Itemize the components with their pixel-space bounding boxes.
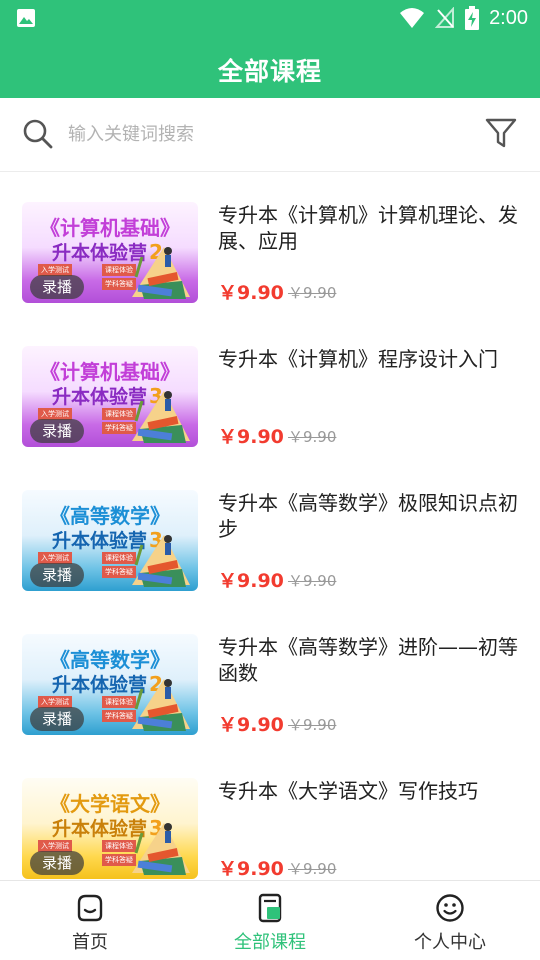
course-title[interactable]: 专升本《大学语文》写作技巧 [218,778,518,804]
nav-profile-label: 个人中心 [414,932,486,953]
home-icon [77,894,103,922]
course-title[interactable]: 专升本《计算机》计算机理论、发展、应用 [218,202,518,254]
study-illustration-icon [132,535,190,587]
recorded-badge: 录播 [30,563,85,587]
course-price: ￥9.90 [218,426,284,448]
status-time: 2:00 [489,6,528,29]
search-input[interactable] [68,120,448,148]
bottom-nav: 首页 全部课程 个人中心 [0,880,540,960]
course-original-price: ￥9.90 [288,284,337,302]
course-price: ￥9.90 [218,714,284,736]
course-thumbnail[interactable]: 《计算机基础》 升本体验营 3 入学测试 课程体验 学科答疑 录播 [22,346,198,447]
course-thumbnail[interactable]: 《计算机基础》 升本体验营 2 入学测试 课程体验 学科答疑 录播 [22,202,198,303]
recorded-badge: 录播 [30,707,85,731]
nav-profile[interactable]: 个人中心 [360,881,540,960]
wifi-icon [400,8,425,28]
page-title: 全部课程 [217,57,322,86]
course-item[interactable]: 《高等数学》 升本体验营 2 入学测试 课程体验 学科答疑 录播 专升本《高等数学》进… [0,604,540,748]
course-item[interactable]: 《高等数学》 升本体验营 3 入学测试 课程体验 学科答疑 录播 专升本《高等数学》极… [0,460,540,604]
battery-charging-icon [465,6,480,30]
filter-icon[interactable] [484,116,518,150]
recorded-badge: 录播 [30,275,85,299]
course-thumbnail[interactable]: 《大学语文》 升本体验营 3 入学测试 课程体验 学科答疑 录播 [22,778,198,879]
course-original-price: ￥9.90 [288,716,337,734]
search-bar [0,98,540,172]
course-item[interactable]: 《计算机基础》 升本体验营 2 入学测试 课程体验 学科答疑 录播 专升本《计算机》计… [0,172,540,316]
study-illustration-icon [132,391,190,443]
course-item[interactable]: 《计算机基础》 升本体验营 3 入学测试 课程体验 学科答疑 录播 专升本《计算机》程… [0,316,540,460]
course-thumbnail[interactable]: 《高等数学》 升本体验营 3 入学测试 课程体验 学科答疑 录播 [22,490,198,591]
course-price: ￥9.90 [218,570,284,592]
nav-all-courses[interactable]: 全部课程 [180,881,360,960]
course-title[interactable]: 专升本《高等数学》极限知识点初步 [218,490,518,542]
nav-home-label: 首页 [72,932,108,953]
course-price: ￥9.90 [218,858,284,880]
course-price: ￥9.90 [218,282,284,304]
course-original-price: ￥9.90 [288,428,337,446]
courses-icon [258,893,282,923]
course-thumbnail[interactable]: 《高等数学》 升本体验营 2 入学测试 课程体验 学科答疑 录播 [22,634,198,735]
course-title[interactable]: 专升本《计算机》程序设计入门 [218,346,518,372]
recorded-badge: 录播 [30,419,85,443]
search-icon[interactable] [22,118,54,150]
profile-icon [436,894,464,922]
no-signal-icon [435,7,455,28]
study-illustration-icon [132,679,190,731]
study-illustration-icon [132,823,190,875]
status-right: 2:00 [399,5,528,31]
course-original-price: ￥9.90 [288,572,337,590]
nav-home[interactable]: 首页 [0,881,180,960]
top-bar: 2:00 全部课程 [0,0,540,98]
recorded-badge: 录播 [30,851,85,875]
nav-all-courses-label: 全部课程 [234,932,306,953]
status-bar: 2:00 [0,0,540,36]
course-list: 《计算机基础》 升本体验营 2 入学测试 课程体验 学科答疑 录播 专升本《计算机》计… [0,172,540,880]
course-title[interactable]: 专升本《高等数学》进阶——初等函数 [218,634,518,686]
app: 2:00 全部课程 《计算机基础》 升本体验营2 入学测试课程体验学科答疑 [0,0,540,960]
course-item[interactable]: 《大学语文》 升本体验营 3 入学测试 课程体验 学科答疑 录播 专升本《大学语文》写… [0,748,540,880]
image-notification-icon [17,9,35,27]
study-illustration-icon [132,247,190,299]
course-original-price: ￥9.90 [288,860,337,878]
